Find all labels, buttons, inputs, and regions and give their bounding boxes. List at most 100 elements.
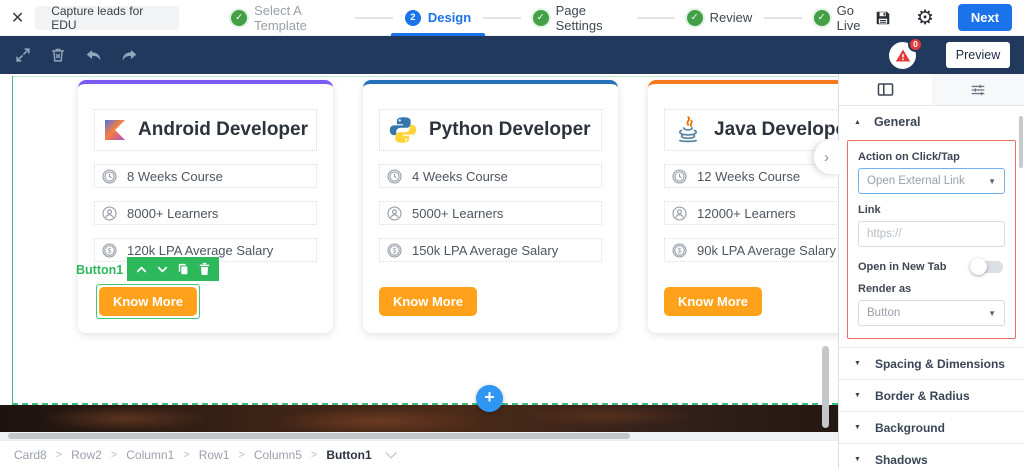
action-on-click-select[interactable]: Open External Link ▼ <box>858 168 1005 194</box>
vertical-scrollbar-thumb[interactable] <box>822 346 829 428</box>
horizontal-scrollbar-thumb[interactable] <box>8 433 630 439</box>
accordion-shadows[interactable]: ▼ Shadows <box>839 443 1024 468</box>
breadcrumb-row2[interactable]: Row2 <box>71 448 102 462</box>
step-go-live[interactable]: ✓ Go Live <box>813 0 874 36</box>
breadcrumb-button1[interactable]: Button1 <box>326 448 371 462</box>
validation-warnings-button[interactable]: 0 <box>889 36 923 69</box>
next-button[interactable]: Next <box>958 4 1012 31</box>
chevron-down-icon[interactable] <box>385 446 397 459</box>
feature-learners[interactable]: 8000+ Learners <box>94 201 317 225</box>
step-connector <box>483 16 521 19</box>
add-section-button[interactable]: + <box>476 385 503 412</box>
know-more-button[interactable]: Know More <box>379 287 477 316</box>
feature-learners[interactable]: 12000+ Learners <box>664 201 838 225</box>
card-title-block[interactable]: Android Developer <box>94 109 317 151</box>
breadcrumb-card8[interactable]: Card8 <box>14 448 47 462</box>
save-icon[interactable] <box>874 9 892 27</box>
render-as-label: Render as <box>858 283 912 295</box>
general-settings-group: Action on Click/Tap Open External Link ▼… <box>847 140 1016 339</box>
page-name-chip[interactable]: Capture leads for EDU <box>35 4 180 32</box>
accordion-general[interactable]: ▲ General <box>839 106 1024 138</box>
action-on-click-label: Action on Click/Tap <box>858 151 960 163</box>
card-title-block[interactable]: Python Developer <box>379 109 602 151</box>
feature-learners[interactable]: 5000+ Learners <box>379 201 602 225</box>
step-select-a-template[interactable]: ✓ Select A Template <box>231 0 343 36</box>
caret-down-icon: ▼ <box>988 176 996 186</box>
section-outline-top <box>12 76 838 77</box>
fullscreen-icon[interactable] <box>14 46 32 64</box>
sidebar-scrollbar-thumb[interactable] <box>1019 116 1023 168</box>
dollar-icon: $ <box>101 242 118 259</box>
step-number-badge: 2 <box>404 9 421 26</box>
breadcrumb-row1[interactable]: Row1 <box>199 448 230 462</box>
tab-advanced-settings[interactable] <box>931 74 1024 105</box>
chevron-right-icon: › <box>824 148 829 166</box>
feature-text: 150k LPA Average Salary <box>412 242 559 258</box>
feature-text: 5000+ Learners <box>412 205 504 221</box>
close-icon[interactable]: ✕ <box>0 8 35 28</box>
accordion-label: Shadows <box>874 452 928 467</box>
design-canvas[interactable]: Android Developer 8 Weeks Course 8000+ L… <box>0 74 838 440</box>
step-label: Review <box>709 10 753 25</box>
section-boundary-dashed-line <box>12 403 838 405</box>
delete-icon[interactable] <box>198 262 211 276</box>
caret-down-icon: ▼ <box>988 308 996 318</box>
dollar-icon: $ <box>386 242 403 259</box>
clear-canvas-trash-icon[interactable] <box>49 46 67 64</box>
properties-sidebar: › ▲ General Action on Click/Tap Open Ext… <box>814 74 1024 468</box>
step-label: Page Settings <box>555 2 603 33</box>
check-icon: ✓ <box>813 9 830 26</box>
breadcrumb-column5[interactable]: Column5 <box>254 448 302 462</box>
svg-text:$: $ <box>107 246 111 255</box>
accordion-background[interactable]: ▼ Background <box>839 411 1024 443</box>
card-android-developer[interactable]: Android Developer 8 Weeks Course 8000+ L… <box>76 80 333 333</box>
know-more-button[interactable]: Know More <box>99 287 197 316</box>
next-section-hero-image[interactable] <box>0 405 838 432</box>
breadcrumb-separator: > <box>183 448 190 461</box>
step-design[interactable]: 2 Design <box>390 0 486 36</box>
card-python-developer[interactable]: Python Developer 4 Weeks Course 5000+ Le… <box>363 80 618 333</box>
breadcrumb-separator: > <box>110 448 118 461</box>
step-page-settings[interactable]: ✓ Page Settings <box>532 0 626 36</box>
selected-element-label: Button1 <box>76 263 124 277</box>
know-more-button[interactable]: Know More <box>664 287 762 316</box>
gear-icon[interactable]: ⚙ <box>916 8 934 28</box>
move-down-icon[interactable] <box>156 263 169 276</box>
warning-count-badge: 0 <box>908 36 923 52</box>
preview-button[interactable]: Preview <box>946 42 1010 68</box>
tab-element-settings[interactable] <box>839 74 932 105</box>
breadcrumb-column1[interactable]: Column1 <box>126 448 174 462</box>
top-bar: ✕ Capture leads for EDU ✓ Select A Templ… <box>0 0 1024 36</box>
feature-salary[interactable]: $ 150k LPA Average Salary <box>379 238 602 262</box>
open-in-new-tab-toggle[interactable] <box>970 258 1003 275</box>
card-title: Java Developer <box>714 119 838 140</box>
link-label: Link <box>858 204 881 216</box>
accordion-border-radius[interactable]: ▼ Border & Radius <box>839 379 1024 411</box>
accordion-label: Spacing & Dimensions <box>874 356 1005 371</box>
undo-icon[interactable] <box>84 46 103 65</box>
feature-duration[interactable]: 8 Weeks Course <box>94 164 317 188</box>
link-input[interactable] <box>858 221 1005 247</box>
svg-text:$: $ <box>677 246 681 255</box>
page-builder-app: ✕ Capture leads for EDU ✓ Select A Templ… <box>0 0 1024 468</box>
caret-down-icon: ▼ <box>854 392 861 399</box>
action-on-click-value: Open External Link <box>867 175 965 187</box>
step-review[interactable]: ✓ Review <box>686 0 753 36</box>
card-java-developer[interactable]: Java Developer 12 Weeks Course 12000+ Le… <box>648 80 838 333</box>
accordion-spacing-dimensions[interactable]: ▼ Spacing & Dimensions <box>839 347 1024 379</box>
element-actions-toolbar <box>127 257 219 281</box>
feature-text: 90k LPA Average Salary <box>697 242 837 258</box>
topbar-actions: ⚙ Next <box>874 4 1024 31</box>
user-icon <box>101 205 118 222</box>
feature-salary[interactable]: $ 90k LPA Average Salary <box>664 238 838 262</box>
section-outline-left <box>12 76 13 404</box>
render-as-select[interactable]: Button ▼ <box>858 300 1005 326</box>
open-in-new-tab-row: Open in New Tab <box>858 258 1005 275</box>
duplicate-icon[interactable] <box>176 262 190 276</box>
feature-duration[interactable]: 4 Weeks Course <box>379 164 602 188</box>
step-connector <box>355 16 393 19</box>
move-up-icon[interactable] <box>135 263 148 276</box>
card-title-block[interactable]: Java Developer <box>664 109 838 151</box>
redo-icon[interactable] <box>120 46 139 65</box>
feature-duration[interactable]: 12 Weeks Course <box>664 164 838 188</box>
